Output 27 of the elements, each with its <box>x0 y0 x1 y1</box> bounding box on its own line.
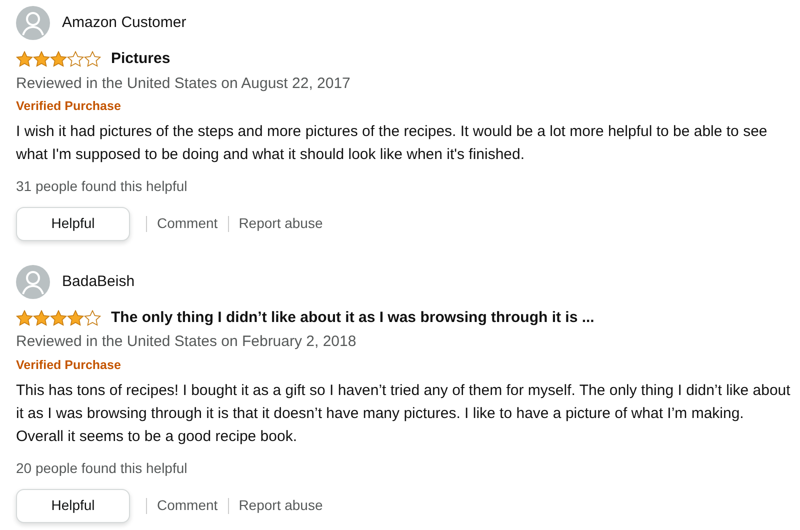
helpful-button[interactable]: Helpful <box>16 488 130 522</box>
report-abuse-link[interactable]: Report abuse <box>238 495 323 516</box>
reviewer-name: BadaBeish <box>62 272 135 292</box>
user-avatar-icon <box>16 6 50 40</box>
filled-star-icon <box>33 310 50 326</box>
review-title[interactable]: Pictures <box>111 48 170 70</box>
review-title[interactable]: The only thing I didn’t like about it as I was browsing through it is ... <box>111 306 594 330</box>
helpful-button[interactable]: Helpful <box>16 206 130 241</box>
review-date: Reviewed in the United States on February 2, 2018 <box>16 332 358 352</box>
filled-star-icon <box>67 310 84 326</box>
comment-link[interactable]: Comment <box>157 213 218 234</box>
review-body: I wish it had pictures of the steps and more pictures of the recipes. It would be a lot more helpful to be able to see what I'm supposed to be doing and what it should look like when it's finished. <box>16 122 768 165</box>
filled-star-icon <box>33 51 50 68</box>
helpful-count: 20 people found this helpful <box>16 458 188 478</box>
verified-purchase-label: Verified Purchase <box>16 98 122 115</box>
verified-purchase-label: Verified Purchase <box>16 356 122 374</box>
filled-star-icon <box>50 310 67 326</box>
report-abuse-link[interactable]: Report abuse <box>238 213 323 234</box>
reviewer-name: Amazon Customer <box>62 12 186 33</box>
filled-star-icon <box>50 51 67 68</box>
review-date: Reviewed in the United States on August 22, 2017 <box>16 74 352 94</box>
review-body: This has tons of recipes! I bought it as a gift so I haven’t tried any of them for myself. The only thing I didn’t like about it as I was browsing through it is that it doesn’t have many pictures. I like to have a picture of what I’m making. Overall it seems to be a good recipe book. <box>16 380 791 446</box>
comment-link[interactable]: Comment <box>157 495 218 516</box>
helpful-count: 31 people found this helpful <box>16 176 188 196</box>
filled-star-icon <box>16 51 33 68</box>
filled-star-icon <box>16 310 33 326</box>
user-avatar-icon <box>16 264 50 299</box>
